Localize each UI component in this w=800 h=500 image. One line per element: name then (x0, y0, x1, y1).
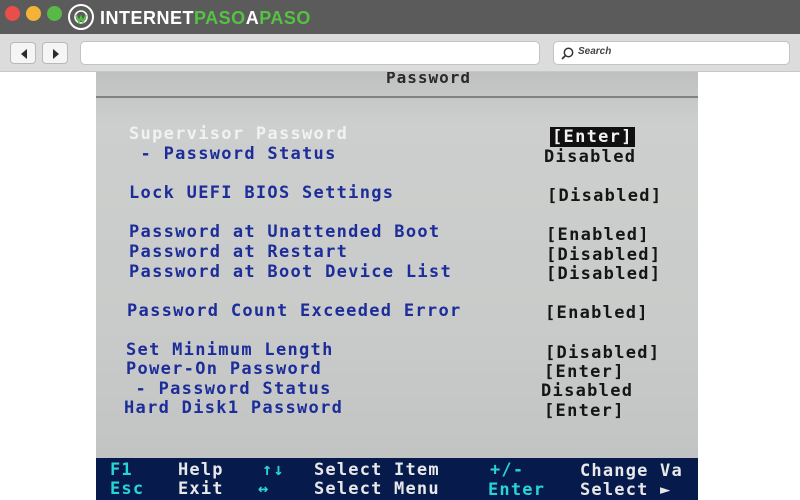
back-button[interactable] (10, 42, 36, 64)
bios-option-hard-disk1-password[interactable]: Hard Disk1 Password (124, 398, 343, 418)
close-window-button[interactable] (5, 6, 20, 21)
help-desc-select-item: Select Item (314, 460, 440, 480)
bios-value-password-boot-device-list[interactable]: [Disabled] (546, 264, 661, 284)
site-logo-text: INTERNETPASOAPASO (100, 7, 311, 29)
logo-text-part2: PASO (194, 8, 246, 28)
bios-value-lock-uefi-bios-settings[interactable]: [Disabled] (547, 186, 662, 206)
bios-option-password-unattended-boot[interactable]: Password at Unattended Boot (129, 222, 440, 242)
help-desc-change-value: Change Va (580, 461, 683, 481)
arrow-right-icon (53, 49, 59, 59)
bios-page-title: Password (386, 72, 472, 87)
bios-value-power-on-password[interactable]: [Enter] (544, 362, 625, 382)
bios-option-set-minimum-length[interactable]: Set Minimum Length (126, 340, 334, 360)
logo-text-part4: PASO (259, 8, 311, 28)
bios-option-power-on-password-status: - Password Status (124, 379, 332, 399)
forward-button[interactable] (42, 42, 68, 64)
bios-value-password-at-restart[interactable]: [Disabled] (546, 245, 661, 265)
window-titlebar: INTERNETPASOAPASO (0, 0, 800, 34)
browser-toolbar: Search (0, 34, 800, 72)
bios-option-password-count-exceeded-error[interactable]: Password Count Exceeded Error (127, 301, 462, 321)
bios-help-bar: F1 Help ↑↓ Select Item +/- Change Va Esc… (96, 458, 698, 500)
bios-value-supervisor-password[interactable]: [Enter] (550, 127, 635, 147)
logo-text-part1: INTERNET (100, 8, 194, 28)
arrow-left-icon (21, 49, 27, 59)
logo-text-part3: A (245, 8, 260, 28)
help-desc-select-menu: Select Menu (314, 479, 440, 499)
help-key-esc: Esc (110, 479, 145, 499)
help-desc-select-submenu: Select ► (580, 480, 672, 500)
bios-value-supervisor-password-status: Disabled (544, 147, 637, 167)
bios-value-set-minimum-length[interactable]: [Disabled] (545, 343, 660, 363)
maximize-window-button[interactable] (47, 6, 62, 21)
help-key-enter: Enter (488, 480, 546, 500)
bios-title-divider (96, 96, 698, 98)
bios-value-hard-disk1-password[interactable]: [Enter] (544, 401, 625, 421)
search-placeholder: Search (578, 46, 612, 57)
bios-password-screen: Password Supervisor Password [Enter] - P… (96, 72, 698, 500)
help-desc-help: Help (178, 460, 224, 480)
bios-value-password-unattended-boot[interactable]: [Enabled] (546, 225, 650, 245)
bios-option-password-boot-device-list[interactable]: Password at Boot Device List (129, 262, 452, 282)
bios-value-password-count-exceeded-error[interactable]: [Enabled] (545, 303, 649, 323)
help-key-up-down: ↑↓ (262, 460, 285, 480)
bios-option-supervisor-password[interactable]: Supervisor Password (129, 124, 348, 144)
bios-option-supervisor-password-status: - Password Status (129, 144, 337, 164)
help-key-left-right: ↔ (258, 479, 270, 499)
bios-option-lock-uefi-bios-settings[interactable]: Lock UEFI BIOS Settings (129, 183, 394, 203)
minimize-window-button[interactable] (26, 6, 41, 21)
search-icon (561, 47, 574, 60)
help-key-f1: F1 (110, 460, 133, 480)
bios-option-password-at-restart[interactable]: Password at Restart (129, 242, 348, 262)
help-key-plus-minus: +/- (490, 460, 525, 480)
help-desc-exit: Exit (178, 479, 224, 499)
bios-option-power-on-password[interactable]: Power-On Password (126, 359, 322, 379)
site-logo-icon (68, 4, 94, 30)
search-input[interactable]: Search (553, 41, 790, 65)
address-bar[interactable] (80, 41, 540, 65)
bios-value-power-on-password-status: Disabled (541, 381, 634, 401)
